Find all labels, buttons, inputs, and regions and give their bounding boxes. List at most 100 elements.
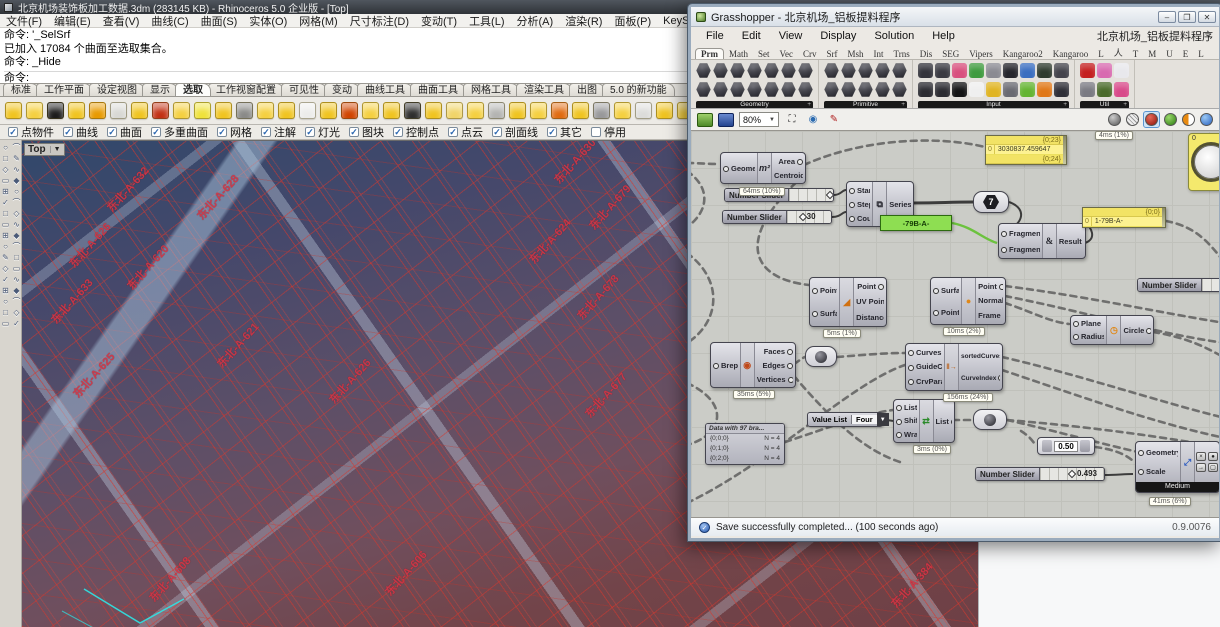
rhino-toolbar-icon[interactable] <box>26 102 43 119</box>
rhino-toolbar-icon[interactable] <box>68 102 85 119</box>
input-port[interactable]: Count <box>849 214 870 223</box>
util-icon[interactable] <box>1080 82 1095 97</box>
input-port[interactable]: GuideCrv <box>908 362 942 371</box>
gh-menu-solution[interactable]: Solution <box>865 30 923 42</box>
integer-param[interactable]: 7 <box>973 191 1009 213</box>
value-list-component[interactable]: Value List Four ▼ <box>807 412 883 427</box>
rhino-toolbar-icon[interactable] <box>89 102 106 119</box>
side-toolbar-icon[interactable]: ○ <box>11 186 22 197</box>
side-toolbar-icon[interactable]: ◇ <box>0 164 11 175</box>
rhino-toolbar-tab[interactable]: 选取 <box>175 84 211 96</box>
osnap-item[interactable]: ✓多重曲面 <box>151 125 208 140</box>
checkbox[interactable]: ✓ <box>151 127 161 137</box>
gh-category-tab[interactable]: Vipers <box>964 49 997 59</box>
number-slider[interactable]: Number Slider <box>1137 278 1219 292</box>
rhino-toolbar-icon[interactable] <box>320 102 337 119</box>
geometry-icon[interactable] <box>798 82 813 97</box>
gh-category-tab[interactable]: Srf <box>822 49 843 59</box>
knob-wheel[interactable] <box>1194 145 1219 179</box>
rhino-toolbar-icon[interactable] <box>383 102 400 119</box>
input-port[interactable]: Surface <box>933 286 959 295</box>
rhino-toolbar-icon[interactable] <box>131 102 148 119</box>
primitive-icon[interactable] <box>858 63 873 78</box>
side-toolbar-icon[interactable]: ◆ <box>11 175 22 186</box>
osnap-item[interactable]: ✓点物件 <box>8 125 54 140</box>
input-port[interactable]: Curves <box>908 348 942 357</box>
util-icon[interactable] <box>1114 82 1129 97</box>
rhino-toolbar-icon[interactable] <box>215 102 232 119</box>
gh-category-tab[interactable]: U <box>1161 49 1178 59</box>
mode-selector[interactable]: Medium <box>1136 482 1219 492</box>
rhino-toolbar-tab[interactable]: 曲线工具 <box>357 84 413 96</box>
scale-component[interactable]: GeometryScale ⤢ ×→ ●▢ Medium <box>1135 441 1219 493</box>
geometry-icon[interactable] <box>781 82 796 97</box>
geometry-icon[interactable] <box>798 63 813 78</box>
surface-closest-point-component[interactable]: PointSurface ◢ PointUV PointDistance <box>809 277 887 327</box>
rhino-menu-item[interactable]: 尺寸标注(D) <box>344 13 415 29</box>
output-port[interactable]: Point <box>978 282 1003 291</box>
gh-canvas[interactable]: Geometry m² AreaCentroid 64ms (10%) {0;2… <box>691 131 1219 518</box>
checkbox[interactable]: ✓ <box>305 127 315 137</box>
data-viewer-panel[interactable]: Data with 97 bra... {0;0;0}N = 4 {0;1;0}… <box>705 423 785 465</box>
open-file-button[interactable] <box>697 113 713 127</box>
gh-category-tab[interactable]: SEG <box>937 49 964 59</box>
rhino-toolbar-icon[interactable] <box>110 102 127 119</box>
zoom-level-select[interactable]: 80%▼ <box>739 112 779 127</box>
number-slider[interactable]: Number Slider 0.493 <box>975 467 1105 481</box>
gh-category-tab[interactable]: Prm <box>695 48 724 59</box>
rhino-toolbar-icon[interactable] <box>341 102 358 119</box>
input-port[interactable]: Fragment B <box>1001 245 1040 254</box>
rhino-toolbar-tab[interactable]: 出图 <box>569 84 605 96</box>
rhino-menu-item[interactable]: 面板(P) <box>608 13 657 29</box>
geometry-icon[interactable] <box>730 63 745 78</box>
circle-button[interactable]: ● <box>1208 452 1218 461</box>
output-port[interactable]: Result <box>1059 237 1083 246</box>
input-icon[interactable] <box>986 82 1001 97</box>
number-slider[interactable]: Number Slider 30 <box>722 210 832 224</box>
curve-param[interactable] <box>973 409 1007 430</box>
primitive-icon[interactable] <box>824 63 839 78</box>
side-toolbar-icon[interactable]: ✓ <box>11 318 22 329</box>
checkbox[interactable]: ✓ <box>8 127 18 137</box>
side-toolbar-icon[interactable]: ✓ <box>0 197 11 208</box>
slider-track[interactable] <box>1202 279 1219 291</box>
rhino-toolbar-tab[interactable]: 标准 <box>3 84 39 96</box>
rhino-toolbar-icon[interactable] <box>425 102 442 119</box>
gh-category-tab[interactable]: T <box>1128 49 1144 59</box>
gh-category-tab[interactable]: L <box>1093 49 1109 59</box>
gh-menu-edit[interactable]: Edit <box>733 30 770 42</box>
side-toolbar-icon[interactable]: ◇ <box>11 208 22 219</box>
side-toolbar-icon[interactable]: ⊞ <box>0 230 11 241</box>
u-button[interactable]: ▢ <box>1208 463 1218 472</box>
maximize-button[interactable]: ❐ <box>1178 11 1196 23</box>
gh-category-tab[interactable]: Trns <box>889 49 915 59</box>
checkbox[interactable]: ✓ <box>107 127 117 137</box>
rhino-toolbar-icon[interactable] <box>173 102 190 119</box>
output-port[interactable]: Centroid <box>774 171 803 180</box>
value-list-selected[interactable]: Four <box>852 415 877 424</box>
zoom-extents-button[interactable]: ⛶ <box>784 113 800 127</box>
rhino-toolbar-tab[interactable]: 变动 <box>324 84 360 96</box>
rhino-toolbar-icon[interactable] <box>446 102 463 119</box>
rhino-toolbar-icon[interactable] <box>572 102 589 119</box>
input-port[interactable]: Step <box>849 200 870 209</box>
side-toolbar-icon[interactable]: ⊞ <box>0 285 11 296</box>
side-toolbar-icon[interactable]: ○ <box>0 241 11 252</box>
side-toolbar-icon[interactable]: □ <box>0 208 11 219</box>
osnap-item[interactable]: ✓网格 <box>217 125 252 140</box>
osnap-item[interactable]: ✓剖面线 <box>492 125 538 140</box>
preview-colour-button[interactable] <box>1182 113 1195 126</box>
gh-category-tab[interactable]: Int <box>869 49 889 59</box>
checkbox[interactable]: ✓ <box>349 127 359 137</box>
gh-title-bar[interactable]: Grasshopper - 北京机场_铝板提料程序 – ❐ ✕ <box>691 7 1219 27</box>
rhino-toolbar-tab[interactable]: 可见性 <box>281 84 327 96</box>
gh-category-tab[interactable]: Dis <box>915 49 938 59</box>
input-port[interactable]: Plane <box>1073 319 1104 328</box>
rhino-toolbar-icon[interactable] <box>614 102 631 119</box>
rhino-toolbar-tab[interactable]: 工作视窗配置 <box>208 84 284 96</box>
gh-menu-file[interactable]: File <box>697 30 733 42</box>
side-toolbar-icon[interactable]: ∿ <box>11 219 22 230</box>
input-port[interactable]: Geometry <box>1138 448 1178 457</box>
primitive-icon[interactable] <box>841 82 856 97</box>
osnap-item[interactable]: ✓曲线 <box>63 125 98 140</box>
